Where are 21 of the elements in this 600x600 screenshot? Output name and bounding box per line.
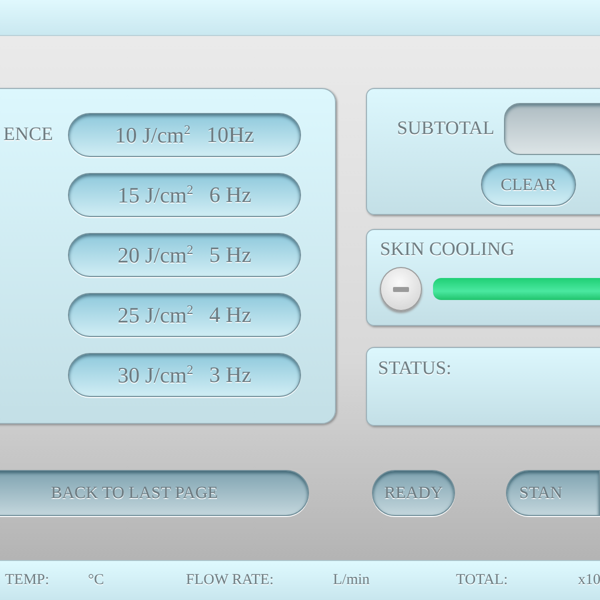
fluence-option-button[interactable]: 15 J/cm$^{2}$ 6 Hz — [68, 173, 301, 217]
status-text: L/min — [333, 572, 371, 589]
status-text: TEMP: — [5, 572, 50, 589]
minus-button[interactable] — [380, 267, 422, 311]
status-text: TOTAL: — [456, 572, 509, 589]
fluence-option-button[interactable]: 20 J/cm$^{2}$ 5 Hz — [68, 233, 301, 277]
fluence-option-button[interactable]: 25 J/cm$^{2}$ 4 Hz — [68, 293, 301, 337]
status-text: °C — [88, 572, 106, 589]
subtotal-field[interactable] — [504, 103, 600, 155]
fluence-option-button[interactable]: 10 J/cm$^{2}$ 10Hz — [68, 113, 301, 157]
clear-button[interactable]: CLEAR — [481, 163, 576, 206]
fluence-option-button[interactable]: 30 J/cm$^{2}$ 3 Hz — [68, 353, 301, 397]
skin-cooling-title: SKIN COOLING — [380, 239, 516, 261]
standby-button[interactable]: STAN — [506, 470, 600, 516]
status-text: FLOW RATE: — [186, 572, 275, 589]
fluence-label: ENCE — [2, 124, 54, 146]
status-label: STATUS: — [378, 358, 452, 379]
subtotal-label: SUBTOTAL — [397, 118, 494, 140]
status-text: x10 — [578, 572, 600, 589]
back-button[interactable]: BACK TO LAST PAGE — [0, 470, 309, 516]
ready-button[interactable]: READY — [372, 470, 456, 516]
